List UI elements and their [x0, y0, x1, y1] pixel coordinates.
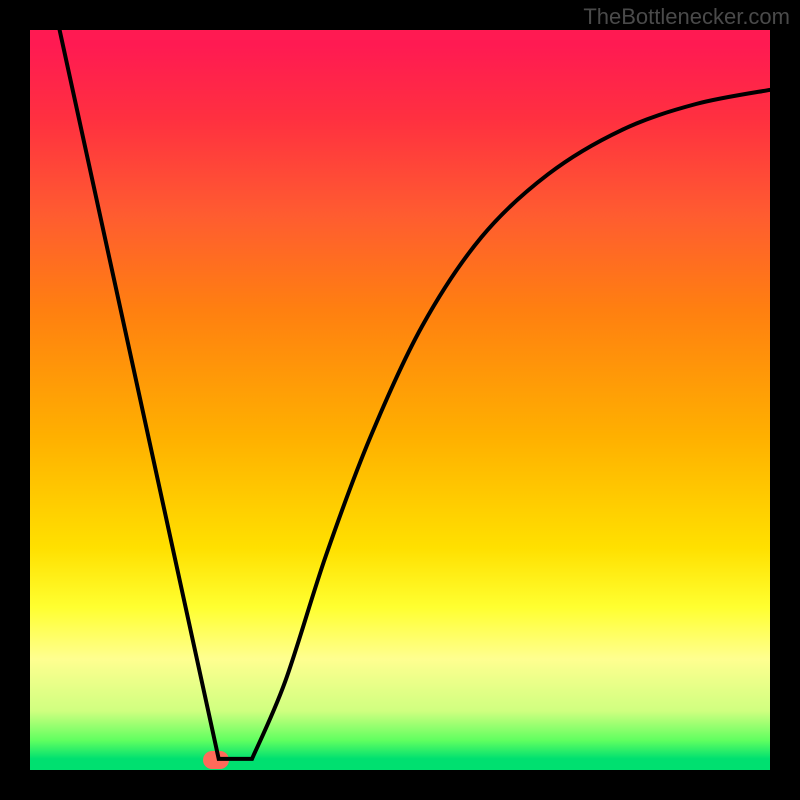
source-label: TheBottlenecker.com [583, 4, 790, 30]
curve-svg [30, 30, 770, 770]
plot-area [30, 30, 770, 770]
chart-container: TheBottlenecker.com [0, 0, 800, 800]
curve-path [60, 30, 770, 759]
